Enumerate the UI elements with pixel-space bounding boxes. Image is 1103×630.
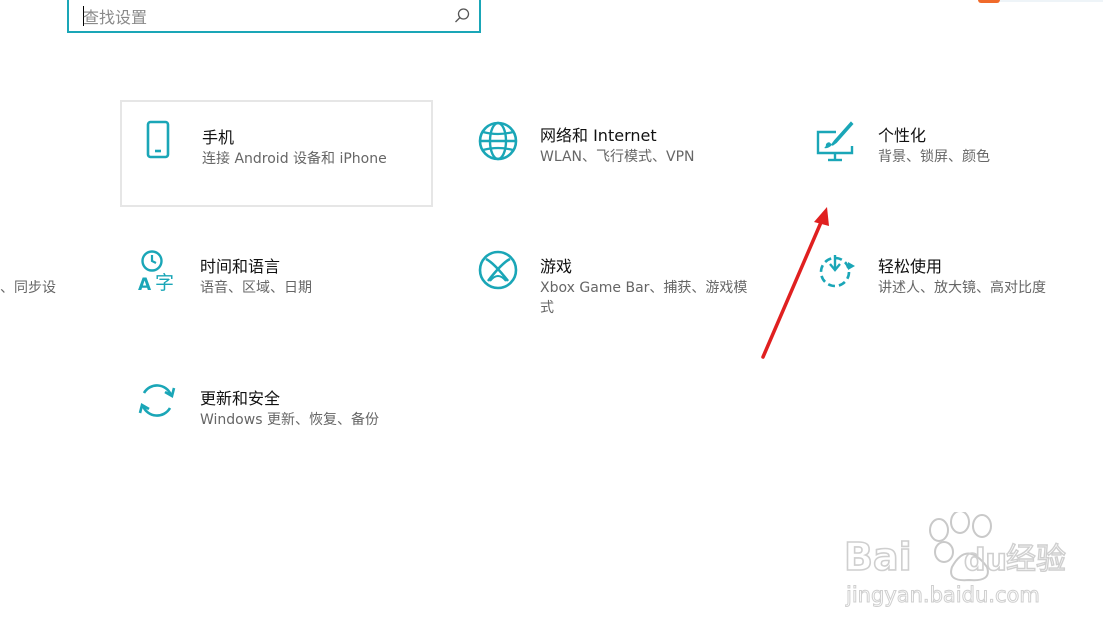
sync-icon (138, 384, 176, 417)
tile-update-security[interactable]: 更新和安全 Windows 更新、恢复、备份 (120, 363, 433, 470)
svg-text:经验: 经验 (1006, 542, 1066, 577)
tile-phone[interactable]: 手机 连接 Android 设备和 iPhone (120, 100, 433, 207)
svg-text:A: A (138, 275, 152, 291)
tile-title: 个性化 (878, 126, 927, 145)
tile-title: 手机 (202, 128, 235, 147)
svg-text:du: du (964, 543, 1007, 578)
tile-title: 更新和安全 (200, 389, 281, 408)
tile-network[interactable]: 网络和 Internet WLAN、飞行模式、VPN (460, 100, 773, 207)
tile-desc: 讲述人、放大镜、高对比度 (878, 280, 1046, 296)
tile-title: 时间和语言 (200, 257, 281, 276)
tile-desc: 背景、锁屏、颜色 (878, 149, 990, 165)
paintbrush-monitor-icon (816, 121, 854, 162)
tile-time-language[interactable]: A 字 时间和语言 语音、区域、日期 (120, 231, 433, 338)
baidu-watermark-logo: Bai du 经验 jingyan.baidu.com (843, 512, 1067, 608)
partial-tile-desc: 、同步设 (0, 280, 56, 296)
tile-title: 轻松使用 (878, 257, 943, 276)
phone-icon (146, 120, 170, 159)
search-icon[interactable] (453, 7, 471, 25)
tile-desc: 连接 Android 设备和 iPhone (202, 151, 387, 167)
ease-of-access-icon (819, 255, 855, 288)
svg-text:字: 字 (155, 272, 174, 291)
tile-gaming[interactable]: 游戏 Xbox Game Bar、捕获、游戏模式 (460, 231, 773, 338)
tile-desc: Windows 更新、恢复、备份 (200, 412, 379, 428)
svg-text:jingyan.baidu.com: jingyan.baidu.com (845, 583, 1040, 607)
time-language-icon: A 字 (138, 250, 174, 291)
tile-title: 游戏 (540, 257, 573, 276)
cropped-window-edge (978, 0, 1103, 3)
tile-desc: WLAN、飞行模式、VPN (540, 149, 695, 165)
search-box[interactable] (67, 0, 481, 33)
tile-desc: Xbox Game Bar、捕获、游戏模式 (540, 280, 748, 316)
globe-icon (478, 121, 518, 161)
tile-personalization[interactable]: 个性化 背景、锁屏、颜色 (798, 100, 1103, 207)
svg-text:Bai: Bai (844, 535, 912, 579)
tile-desc: 语音、区域、日期 (200, 280, 312, 296)
xbox-icon (478, 250, 518, 290)
search-input[interactable] (83, 4, 443, 30)
tile-title: 网络和 Internet (540, 126, 657, 145)
tile-ease-of-access[interactable]: 轻松使用 讲述人、放大镜、高对比度 (798, 231, 1103, 338)
